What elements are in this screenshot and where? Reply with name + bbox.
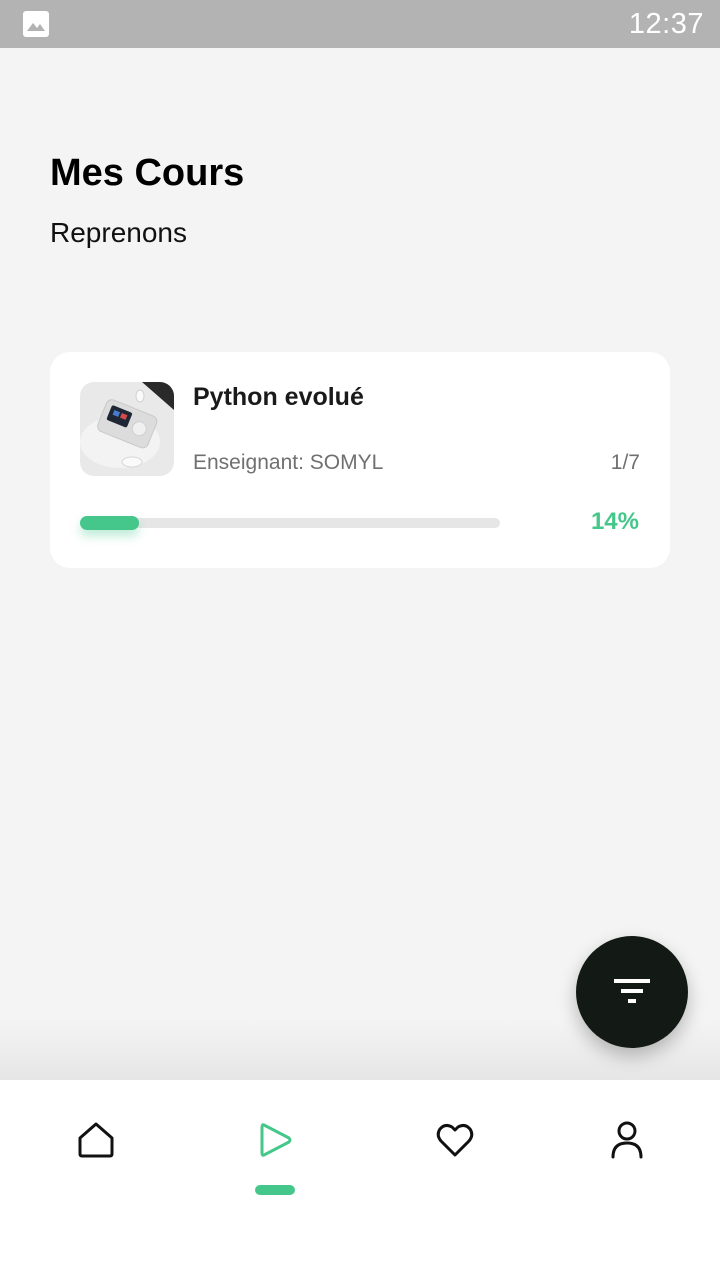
nav-item-favorites[interactable] (425, 1110, 485, 1170)
course-thumbnail (80, 382, 174, 476)
image-icon (23, 11, 49, 37)
nav-active-indicator (255, 1185, 295, 1195)
profile-icon (611, 1121, 643, 1159)
nav-item-profile[interactable] (597, 1110, 657, 1170)
course-progress-bar (80, 516, 500, 530)
course-lesson-count: 1/7 (610, 451, 640, 474)
nav-item-home[interactable] (66, 1110, 126, 1170)
play-icon (260, 1123, 292, 1157)
page-subtitle: Reprenons (50, 217, 187, 248)
course-progress-fill (80, 516, 139, 530)
course-teacher: Enseignant: SOMYL (193, 451, 384, 474)
course-title: Python evolué (193, 383, 364, 411)
course-progress-percent: 14% (590, 508, 639, 535)
bottom-nav (0, 1080, 720, 1280)
status-time: 12:37 (628, 8, 704, 40)
page-title: Mes Cours (50, 152, 245, 194)
status-bar: 12:37 (0, 0, 720, 48)
nav-item-courses[interactable] (245, 1110, 305, 1170)
bottom-nav-shadow (0, 1020, 720, 1080)
filter-icon (614, 979, 650, 1003)
course-card[interactable]: Python evolué Enseignant: SOMYL 1/7 14% (50, 352, 670, 568)
home-icon (78, 1122, 114, 1158)
heart-icon (436, 1123, 474, 1157)
